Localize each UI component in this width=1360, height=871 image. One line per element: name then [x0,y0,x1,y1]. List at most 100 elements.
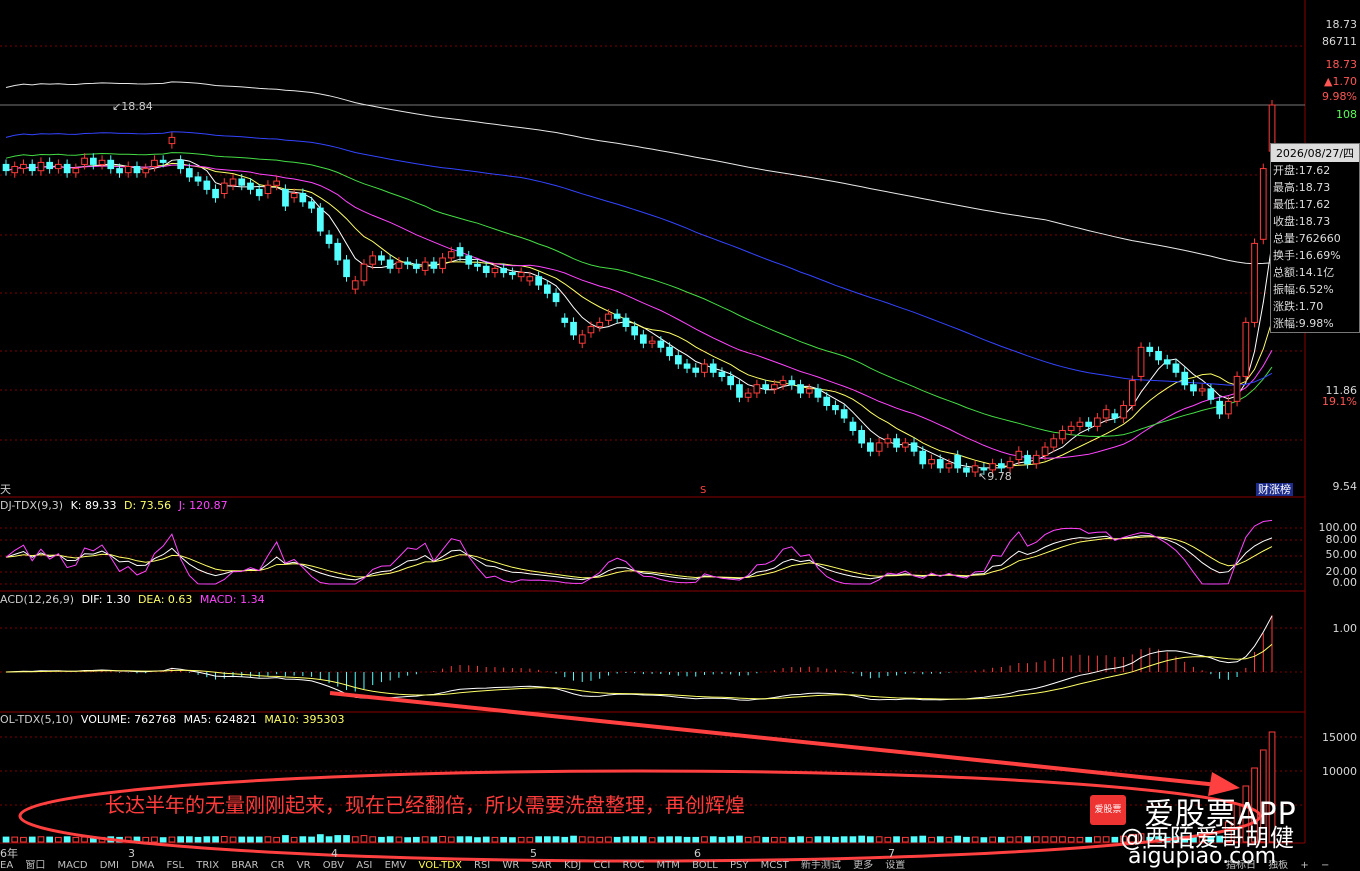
candle [1225,400,1232,415]
tab-settings[interactable]: 设置 [885,860,905,871]
tab-mtm[interactable]: MTM [657,860,680,871]
ma30-line [5,152,1273,438]
volume-bar [491,836,499,843]
tab-roc[interactable]: ROC [623,860,645,871]
volume-bar [1102,836,1110,843]
candle [840,409,848,419]
volume-bar [1041,836,1049,843]
candle [718,371,726,377]
candle [814,388,822,398]
tab-novice-test[interactable]: 新手测试 [801,860,841,871]
candle [1050,438,1058,448]
volume-bar [744,836,752,843]
candle [1251,242,1258,323]
candle [867,442,874,452]
candle [317,207,324,232]
volume-bar [1067,836,1075,843]
volume-bar [11,836,19,843]
tab-dmi[interactable]: DMI [100,860,119,871]
volume-bar [858,835,865,843]
zoom-in-icon[interactable]: + [1300,860,1308,871]
zoom-out-icon[interactable]: − [1321,860,1329,871]
candle [116,168,123,174]
quote-change: 涨跌:1.70 [1273,300,1324,313]
candle [290,193,298,199]
volume-bar [465,836,473,843]
tab-indicator-day[interactable]: 指标日 [1226,860,1256,871]
tab-emv[interactable]: EMV [385,860,407,871]
volume-bar [648,837,656,843]
tab-cci[interactable]: CCI [593,860,610,871]
tab-macd[interactable]: MACD [58,860,88,871]
macd-dif: DIF: 1.30 [81,593,131,606]
candle [919,450,927,465]
candle [910,442,918,452]
annotation-text: 长达半年的无量刚刚起来，现在已经翻倍，所以需要洗盘整理，再创辉煌 [105,793,745,817]
tab-obv[interactable]: OBV [323,860,344,871]
volume-bar [587,836,595,843]
ma60-line [5,131,1273,386]
volume-bar [509,837,516,843]
tab-cr[interactable]: CR [271,860,285,871]
volume-bar [788,836,796,843]
candle [1094,417,1101,427]
volume-bar [360,835,368,843]
quote-close: 收盘:18.73 [1273,215,1331,228]
volume-bar [535,836,542,843]
candle [282,188,289,207]
volume-bar [1006,836,1014,843]
tab-ea[interactable]: EA [0,860,13,871]
tab-single[interactable]: 独板 [1268,860,1288,871]
volume-bar [657,836,665,843]
volume-bar [561,836,569,843]
volume-bar [159,837,167,843]
tab-vol-tdx[interactable]: VOL-TDX [419,860,462,871]
tab-sar[interactable]: SAR [531,860,551,871]
tab-fsl[interactable]: FSL [167,860,185,871]
volume-bar [771,836,778,843]
tab-boll[interactable]: BOLL [692,860,718,871]
candle [124,166,132,174]
volume-bar [351,836,359,843]
rank-badge[interactable]: 财涨榜 [1256,483,1293,496]
candle [945,463,953,469]
candle [640,334,647,344]
tab-vr[interactable]: VR [297,860,311,871]
tab-brar[interactable]: BRAR [231,860,258,871]
tab-asi[interactable]: ASI [356,860,372,871]
tab-more[interactable]: 更多 [853,860,873,871]
tab-psy[interactable]: PSY [730,860,749,871]
candle [395,261,403,269]
volume-bar [840,836,848,843]
volume-bar [814,836,822,843]
candle [709,363,717,373]
candle [998,463,1005,469]
axis-price-low: 9.54 [1332,480,1358,493]
tab-window[interactable]: 窗口 [25,860,45,871]
tab-dma[interactable]: DMA [131,860,154,871]
axis-change-pct: 9.98% [1322,90,1357,103]
candle [1059,430,1066,440]
volume-bar [482,836,490,843]
candle [788,380,796,386]
volume-bar [282,835,289,843]
volume-bar [378,836,385,843]
candle [1129,380,1136,407]
candle [936,459,944,469]
candle [657,340,665,348]
tab-wr[interactable]: WR [502,860,519,871]
volume-bar [151,836,158,843]
tab-rsi[interactable]: RSI [474,860,490,871]
axis-count: 108 [1336,108,1357,121]
tab-mcst[interactable]: MCST [761,860,789,871]
tab-trix[interactable]: TRIX [196,860,219,871]
tab-kdj[interactable]: KDJ [564,860,581,871]
volume-bar [675,836,682,843]
kdj-j: J: 120.87 [178,499,228,512]
candle [648,340,656,344]
volume-bar [430,836,438,843]
quote-date: 2026/08/27/四 [1271,144,1359,162]
candle [1111,413,1119,419]
volume-bar [194,836,202,843]
volume-bar [570,835,577,843]
